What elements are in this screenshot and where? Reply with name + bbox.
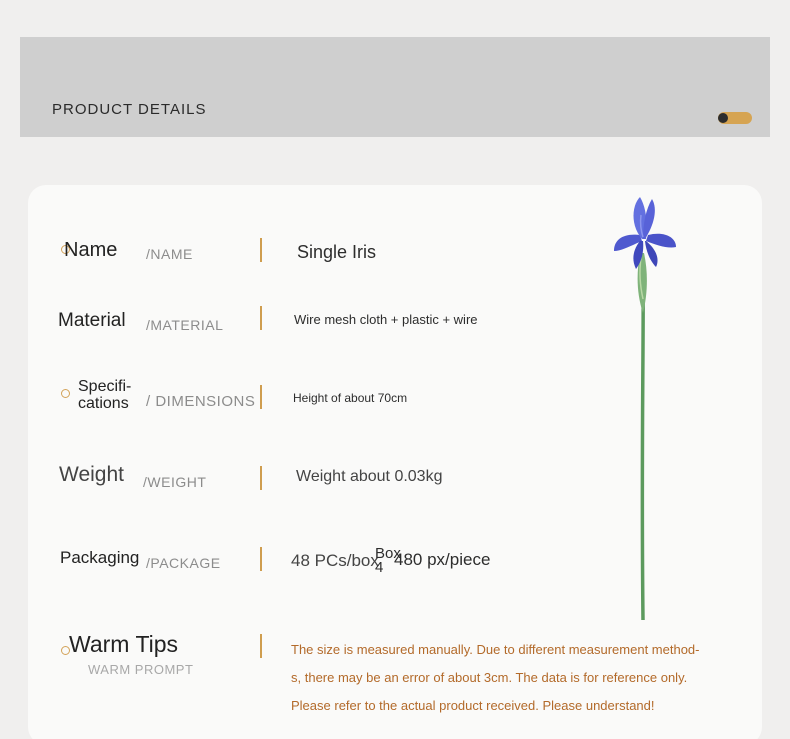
specs-label-line1: Specifi- [78,378,132,395]
separator [260,634,262,658]
name-en-label: /NAME [146,246,193,262]
separator [260,238,262,262]
tips-en-label: WARM PROMPT [88,662,194,677]
specs-label: Specifi- cations [78,378,131,412]
tips-line-1: The size is measured manually. Due to di… [291,642,700,657]
separator [260,385,262,409]
packaging-label: Packaging [60,548,140,567]
tips-text: The size is measured manually. Due to di… [291,636,721,720]
specs-label-line2: cations [78,395,129,412]
name-label: Name [64,239,118,261]
packaging-value-c: 4 [375,559,384,576]
details-card: Name /NAME Single Iris Material /MATERIA… [28,185,762,739]
page-title: PRODUCT DETAILS [52,101,207,118]
tips-line-3: Please refer to the actual product recei… [291,698,655,713]
weight-value: Weight about 0.03kg [296,468,443,485]
toggle-switch[interactable] [718,112,752,124]
separator [260,306,262,330]
packaging-value-d: 480 px/piece [394,550,491,569]
product-details-page: PRODUCT DETAILS Name /NAME Single Iris M… [0,0,790,739]
material-en-label: /MATERIAL [146,317,224,333]
bullet-icon [61,389,70,398]
packaging-value-a: 48 PCs/box [291,551,379,570]
material-value: Wire mesh cloth + plastic + wire [294,312,478,327]
separator [260,466,262,490]
weight-en-label: /WEIGHT [143,474,207,490]
packaging-en-label: /PACKAGE [146,555,221,571]
weight-label: Weight [59,463,124,486]
specs-value: Height of about 70cm [293,391,408,405]
tips-line-2: s, there may be an error of about 3cm. T… [291,670,688,685]
iris-flower-image [614,197,676,621]
tips-label: Warm Tips [69,631,179,657]
separator [260,547,262,571]
material-label: Material [58,310,126,331]
header-banner: PRODUCT DETAILS [20,37,770,137]
specs-en-label: / DIMENSIONS [146,393,256,410]
name-value: Single Iris [297,242,377,262]
toggle-knob [718,113,728,123]
